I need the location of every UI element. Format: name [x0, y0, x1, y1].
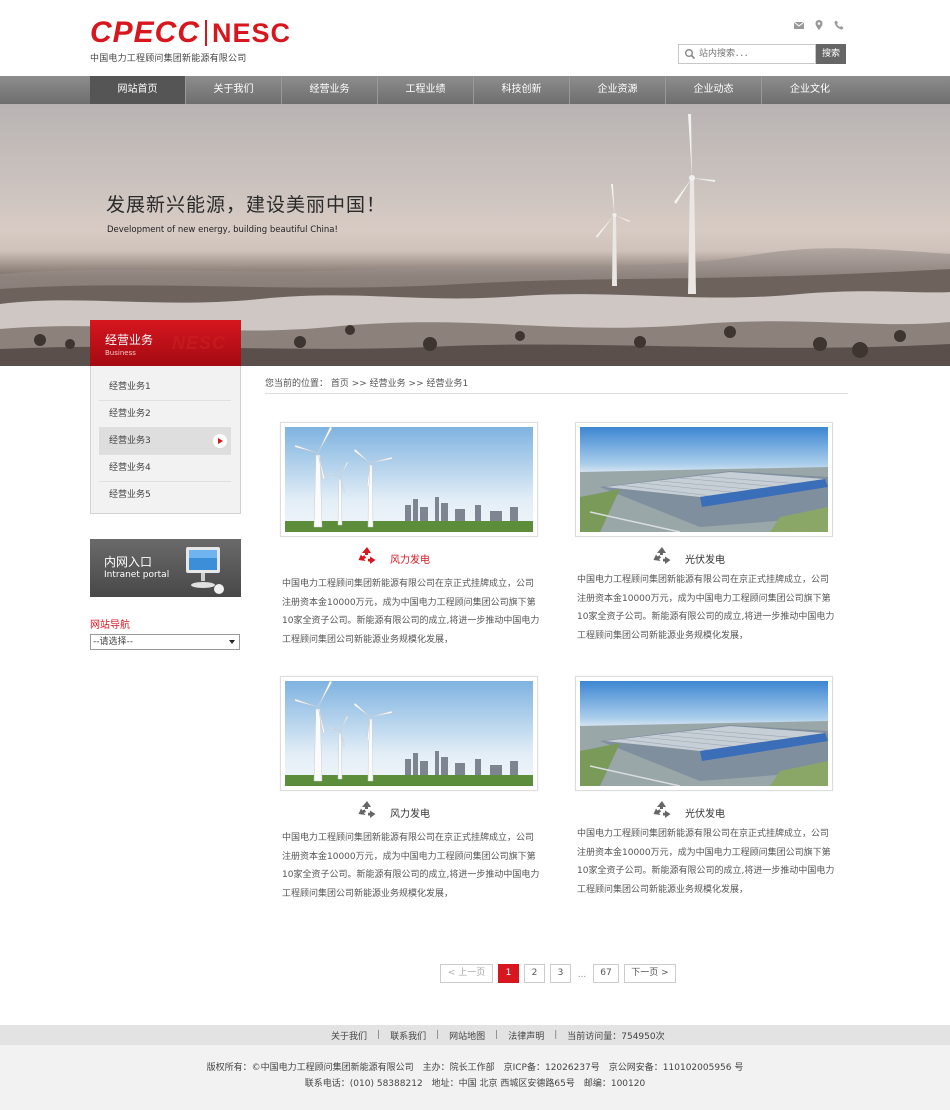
sidebar-item-label: 经营业务2	[109, 409, 151, 419]
next-page-button[interactable]: 下一页 >	[624, 964, 676, 983]
sidebar-item-label: 经营业务5	[109, 490, 151, 500]
card-description: 中国电力工程顾问集团新能源有限公司在京正式挂牌成立，公司注册资本金10000万元…	[577, 829, 835, 895]
card-thumbnail[interactable]	[575, 422, 833, 537]
wind-farm-image	[285, 427, 533, 532]
page-button-current[interactable]: 1	[498, 964, 519, 983]
sidebar-item-label: 经营业务1	[109, 382, 151, 392]
sidebar-item-business-4[interactable]: 经营业务4	[99, 455, 231, 482]
breadcrumb: 您当前的位置： 首页 >> 经营业务 >> 经营业务1	[265, 376, 848, 394]
wind-farm-image	[285, 681, 533, 786]
nav-item-culture[interactable]: 企业文化	[762, 76, 858, 104]
logo-divider	[205, 20, 208, 46]
card-title-text: 光伏发电	[685, 555, 725, 566]
card-title-text: 风力发电	[390, 809, 430, 820]
pagination: < 上一页 1 2 3 ... 67 下一页 >	[440, 964, 676, 984]
nav-item-news[interactable]: 企业动态	[666, 76, 762, 104]
card-title[interactable]: 光伏发电	[575, 799, 833, 823]
page-button[interactable]: 2	[524, 964, 545, 983]
footer-links-bar: 关于我们 | 联系我们 | 网站地图 | 法律声明 | 当前访问量：754950…	[0, 1025, 950, 1045]
footer-divider: |	[495, 1030, 499, 1040]
sidebar-menu: 经营业务1 经营业务2 经营业务3 经营业务4 经营业务5	[90, 366, 241, 514]
recycle-icon	[653, 801, 671, 818]
intranet-label-en: Intranet portal	[104, 570, 170, 580]
recycle-icon	[653, 547, 671, 564]
section-title-tab: 经营业务 Business NESC	[90, 320, 241, 366]
site-nav-select-value: --请选择--	[93, 637, 133, 647]
chevron-down-icon	[229, 640, 235, 644]
nav-item-home[interactable]: 网站首页	[90, 76, 186, 104]
card-title-text: 光伏发电	[685, 809, 725, 820]
footer-divider: |	[377, 1030, 381, 1040]
logo[interactable]: CPECC NESC 中国电力工程顾问集团新能源有限公司	[90, 18, 290, 68]
card-title[interactable]: 风力发电	[280, 545, 538, 569]
page-ellipsis: ...	[577, 970, 587, 980]
card-title-text: 风力发电	[390, 555, 430, 566]
visit-counter: 当前访问量：754950次	[567, 1031, 665, 1042]
page-button-last[interactable]: 67	[593, 964, 619, 983]
recycle-icon	[358, 801, 376, 818]
intranet-portal-button[interactable]: 内网入口 Intranet portal	[90, 539, 241, 597]
footer-link-sitemap[interactable]: 网站地图	[449, 1029, 485, 1042]
logo-mark: CPECC NESC	[90, 16, 292, 49]
solar-plant-image	[580, 681, 828, 786]
card-thumbnail[interactable]	[575, 676, 833, 791]
card-thumbnail[interactable]	[280, 422, 538, 537]
footer-link-about[interactable]: 关于我们	[331, 1029, 367, 1042]
card-title[interactable]: 风力发电	[280, 799, 538, 823]
logo-cpecc: CPECC	[90, 16, 201, 49]
solar-plant-image	[580, 427, 828, 532]
site-nav-select[interactable]: --请选择--	[90, 634, 240, 650]
chevron-right-icon	[218, 438, 223, 444]
footer-link-legal[interactable]: 法律声明	[508, 1029, 544, 1042]
sidebar-item-label: 经营业务4	[109, 463, 151, 473]
recycle-icon	[358, 547, 376, 564]
nav-item-innovation[interactable]: 科技创新	[474, 76, 570, 104]
footer-link-contact[interactable]: 联系我们	[390, 1029, 426, 1042]
top-icons	[793, 16, 845, 30]
card-description: 中国电力工程顾问集团新能源有限公司在京正式挂牌成立，公司注册资本金10000万元…	[577, 575, 835, 641]
search-button[interactable]: 搜索	[816, 44, 846, 64]
main-nav: 网站首页 关于我们 经营业务 工程业绩 科技创新 企业资源 企业动态 企业文化	[0, 76, 950, 104]
nav-item-business[interactable]: 经营业务	[282, 76, 378, 104]
header: CPECC NESC 中国电力工程顾问集团新能源有限公司 搜索	[0, 0, 950, 76]
footer-divider: |	[554, 1030, 558, 1040]
sidebar-item-business-1[interactable]: 经营业务1	[99, 374, 231, 401]
section-watermark: NESC	[172, 333, 227, 353]
nav-item-projects[interactable]: 工程业绩	[378, 76, 474, 104]
logo-nesc: NESC	[212, 18, 292, 48]
sidebar-item-business-5[interactable]: 经营业务5	[99, 482, 231, 509]
nav-item-about[interactable]: 关于我们	[186, 76, 282, 104]
card-title[interactable]: 光伏发电	[575, 545, 833, 569]
footer: 版权所有：©中国电力工程顾问集团新能源有限公司 主办：院长工作部 京ICP备：1…	[0, 1045, 950, 1110]
nav-item-resources[interactable]: 企业资源	[570, 76, 666, 104]
search-input[interactable]	[699, 46, 811, 62]
section-subtitle: Business	[105, 349, 136, 357]
card-thumbnail[interactable]	[280, 676, 538, 791]
search-box	[678, 44, 816, 64]
contact-text: 联系电话：(010) 58388212 地址：中国 北京 西城区安德路65号 邮…	[304, 1079, 646, 1089]
sidebar-item-label: 经营业务3	[109, 436, 151, 446]
banner-subtitle: Development of new energy, building beau…	[107, 225, 338, 235]
prev-page-button[interactable]: < 上一页	[440, 964, 493, 983]
section-title: 经营业务	[105, 333, 154, 347]
site-nav-title: 网站导航	[90, 620, 130, 631]
banner-title: 发展新兴能源，建设美丽中国！	[106, 194, 387, 216]
intranet-label-cn: 内网入口	[104, 555, 153, 569]
location-icon[interactable]	[813, 16, 825, 30]
footer-divider: |	[436, 1030, 440, 1040]
sidebar-item-business-2[interactable]: 经营业务2	[99, 401, 231, 428]
page-button[interactable]: 3	[550, 964, 571, 983]
card-description: 中国电力工程顾问集团新能源有限公司在京正式挂牌成立，公司注册资本金10000万元…	[282, 833, 540, 899]
computer-icon	[186, 547, 224, 594]
card-description: 中国电力工程顾问集团新能源有限公司在京正式挂牌成立，公司注册资本金10000万元…	[282, 579, 540, 645]
search-icon	[685, 49, 696, 60]
mail-icon[interactable]	[793, 16, 805, 29]
logo-company-name: 中国电力工程顾问集团新能源有限公司	[90, 54, 247, 64]
sidebar-item-business-3[interactable]: 经营业务3	[99, 428, 231, 455]
copyright-text: 版权所有：©中国电力工程顾问集团新能源有限公司 主办：院长工作部 京ICP备：1…	[206, 1063, 744, 1073]
phone-icon[interactable]	[833, 16, 845, 30]
